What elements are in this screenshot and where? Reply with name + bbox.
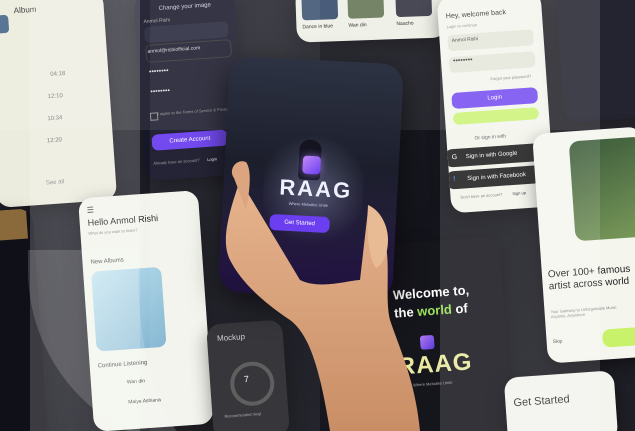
hand-illustration [225, 161, 420, 431]
mockup-collage: Album 04:18 12:10 10:34 12:20 See all Ch… [0, 0, 635, 431]
strip-thumb [0, 208, 29, 241]
promo-next-button[interactable] [601, 326, 635, 348]
